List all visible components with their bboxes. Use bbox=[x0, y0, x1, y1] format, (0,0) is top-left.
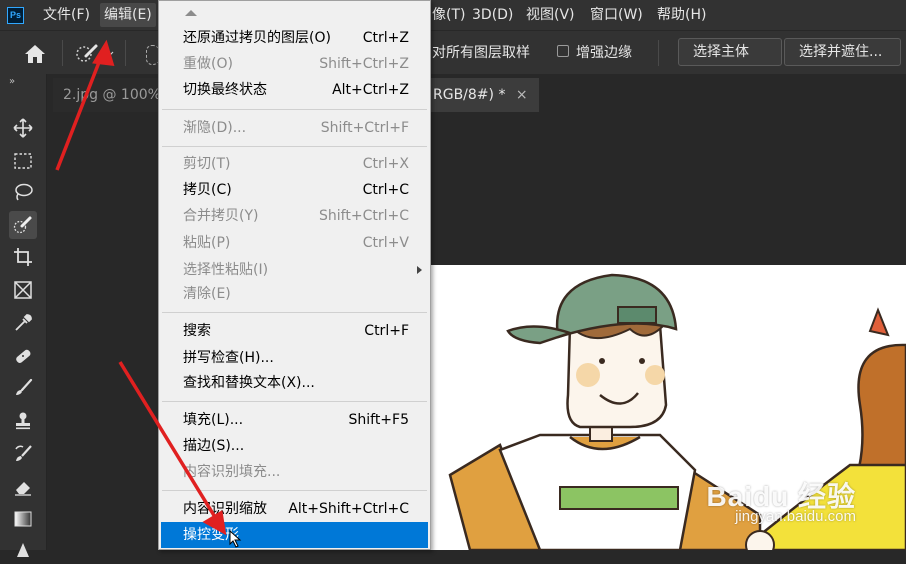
scroll-up-arrow-icon[interactable] bbox=[185, 10, 197, 16]
sample-all-layers-label: 对所有图层取样 bbox=[432, 45, 530, 61]
marquee-tool-icon[interactable] bbox=[9, 147, 37, 175]
clone-stamp-icon[interactable] bbox=[9, 407, 37, 435]
history-brush-icon[interactable] bbox=[9, 440, 37, 468]
menu-help[interactable]: 帮助(H) bbox=[657, 0, 706, 30]
tab-label: RGB/8#) * bbox=[433, 87, 506, 103]
eyedropper-tool-icon[interactable] bbox=[9, 309, 37, 337]
options-separator bbox=[62, 40, 63, 66]
brush-tool-icon[interactable] bbox=[9, 374, 37, 402]
edit-menu-dropdown: 还原通过拷贝的图层(O) Ctrl+Z 重做(O) Shift+Ctrl+Z 切… bbox=[158, 0, 431, 550]
healing-brush-icon[interactable] bbox=[9, 342, 37, 370]
menu-item-puppet-warp[interactable]: 操控变形 bbox=[161, 522, 428, 548]
menu-separator bbox=[162, 109, 427, 110]
mouse-cursor-icon bbox=[229, 529, 243, 548]
menu-edit[interactable]: 编辑(E) bbox=[100, 3, 156, 27]
eraser-tool-icon[interactable] bbox=[9, 473, 37, 501]
menu-image[interactable]: 像(T) bbox=[432, 0, 465, 30]
tab-label: 2.jpg @ 100%( bbox=[63, 87, 167, 103]
menu-item-stroke[interactable]: 描边(S)... bbox=[161, 433, 428, 459]
enhance-edge-label: 增强边缘 bbox=[576, 45, 632, 61]
photoshop-logo: Ps bbox=[7, 7, 24, 24]
quick-selection-preset-icon[interactable] bbox=[74, 42, 114, 64]
menu-separator bbox=[162, 401, 427, 402]
menu-item-undo[interactable]: 还原通过拷贝的图层(O) Ctrl+Z bbox=[161, 25, 428, 51]
move-tool-icon[interactable] bbox=[9, 114, 37, 142]
menu-item-cut[interactable]: 剪切(T) Ctrl+X bbox=[161, 151, 428, 177]
tools-panel: » bbox=[0, 74, 47, 557]
menu-separator bbox=[162, 490, 427, 491]
menu-file[interactable]: 文件(F) bbox=[43, 0, 90, 30]
menu-item-clear[interactable]: 清除(E) bbox=[161, 281, 428, 307]
menu-item-paste-special[interactable]: 选择性粘贴(I) bbox=[161, 257, 428, 283]
menu-item-copy-merged[interactable]: 合并拷贝(Y) Shift+Ctrl+C bbox=[161, 203, 428, 229]
options-separator bbox=[658, 40, 659, 66]
options-bar: 对所有图层取样 增强边缘 选择主体 选择并遮住... bbox=[0, 30, 906, 75]
select-and-mask-button[interactable]: 选择并遮住... bbox=[784, 38, 901, 66]
menu-item-fill[interactable]: 填充(L)... Shift+F5 bbox=[161, 407, 428, 433]
baidu-watermark-url: jingyan.baidu.com bbox=[735, 508, 856, 525]
lasso-tool-icon[interactable] bbox=[9, 178, 37, 206]
menu-item-copy[interactable]: 拷贝(C) Ctrl+C bbox=[161, 177, 428, 203]
crop-tool-icon[interactable] bbox=[9, 243, 37, 271]
menu-item-toggle-last-state[interactable]: 切换最终状态 Alt+Ctrl+Z bbox=[161, 77, 428, 103]
collapse-toolbar-icon[interactable]: » bbox=[9, 76, 15, 87]
gradient-tool-icon[interactable] bbox=[9, 505, 37, 533]
menu-3d[interactable]: 3D(D) bbox=[472, 0, 513, 30]
menu-item-spell-check[interactable]: 拼写检查(H)... bbox=[161, 345, 428, 371]
menu-item-redo[interactable]: 重做(O) Shift+Ctrl+Z bbox=[161, 51, 428, 77]
menu-item-find-replace[interactable]: 查找和替换文本(X)... bbox=[161, 370, 428, 396]
menu-item-paste[interactable]: 粘贴(P) Ctrl+V bbox=[161, 230, 428, 256]
menu-view[interactable]: 视图(V) bbox=[526, 0, 575, 30]
options-separator bbox=[125, 40, 126, 66]
submenu-arrow-icon bbox=[417, 266, 422, 274]
menu-item-fade[interactable]: 渐隐(D)... Shift+Ctrl+F bbox=[161, 115, 428, 141]
home-icon[interactable] bbox=[22, 43, 50, 65]
enhance-edge-checkbox[interactable] bbox=[557, 45, 569, 57]
menu-item-content-aware-fill[interactable]: 内容识别填充... bbox=[161, 459, 428, 485]
blur-tool-icon[interactable] bbox=[9, 536, 37, 564]
quick-selection-tool-icon[interactable] bbox=[9, 211, 37, 239]
menu-separator bbox=[162, 312, 427, 313]
close-tab-icon[interactable]: × bbox=[516, 87, 528, 103]
menu-separator bbox=[162, 146, 427, 147]
menu-bar: Ps 文件(F) 编辑(E) 像(T) 3D(D) 视图(V) 窗口(W) 帮助… bbox=[0, 0, 906, 30]
menu-window[interactable]: 窗口(W) bbox=[590, 0, 643, 30]
menu-item-search[interactable]: 搜索 Ctrl+F bbox=[161, 318, 428, 344]
document-tab-active[interactable]: RGB/8#) * × bbox=[423, 78, 539, 112]
frame-tool-icon[interactable] bbox=[9, 276, 37, 304]
select-subject-button[interactable]: 选择主体 bbox=[678, 38, 782, 66]
menu-item-content-aware-scale[interactable]: 内容识别缩放 Alt+Shift+Ctrl+C bbox=[161, 496, 428, 522]
